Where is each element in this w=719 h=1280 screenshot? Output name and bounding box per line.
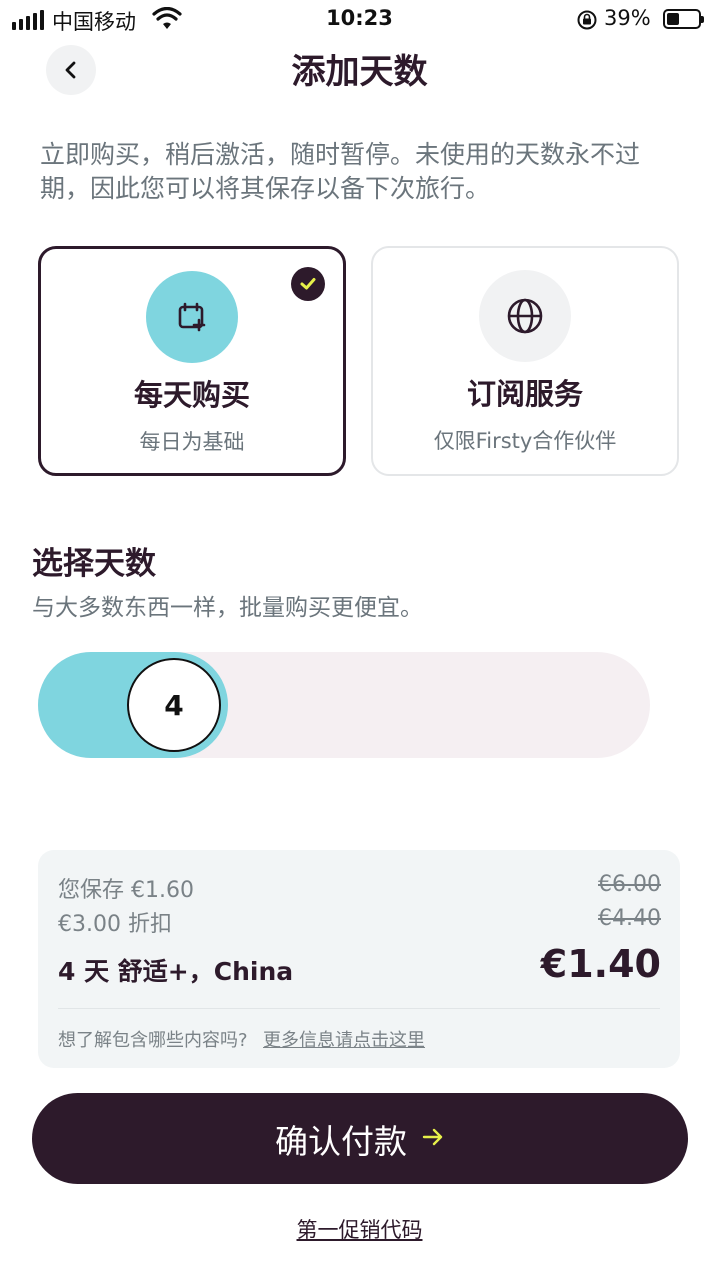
check-icon [291, 267, 325, 301]
status-bar: 中国移动 10:23 39% [0, 0, 719, 40]
calendar-plus-icon [146, 271, 238, 363]
days-title: 选择天数 [32, 546, 156, 582]
info-question: 想了解包含哪些内容吗? [58, 1030, 248, 1051]
option-daily-subtitle: 每日为基础 [139, 430, 245, 454]
confirm-label: 确认付款 [275, 1121, 407, 1161]
option-daily-name: 每天购买 [133, 378, 250, 412]
more-info-link[interactable]: 更多信息请点击这里 [263, 1026, 425, 1052]
battery-percent: 39% [604, 6, 651, 30]
divider [58, 1008, 660, 1009]
old-price-2: €4.40 [598, 906, 661, 931]
old-price-1: €6.00 [598, 872, 661, 897]
page-title: 添加天数 [291, 52, 428, 92]
days-slider-thumb[interactable]: 4 [127, 658, 221, 752]
savings-text: 您保存 €1.60 [58, 878, 194, 903]
option-subscription-card[interactable]: 订阅服务 仅限Firsty合作伙伴 [371, 246, 679, 476]
rotation-lock-icon [576, 9, 598, 35]
promo-code-link[interactable]: 第一促销代码 [0, 1214, 719, 1244]
globe-icon [479, 270, 571, 362]
intro-text: 立即购买，稍后激活，随时暂停。未使用的天数永不过期，因此您可以将其保存以备下次旅… [40, 140, 641, 203]
total-price: €1.40 [540, 942, 661, 986]
option-subscription-subtitle: 仅限Firsty合作伙伴 [433, 429, 617, 453]
option-subscription-name: 订阅服务 [466, 377, 583, 411]
confirm-payment-button[interactable]: 确认付款 [32, 1093, 688, 1184]
days-subtitle: 与大多数东西一样，批量购买更便宜。 [32, 595, 423, 621]
plan-label: 4 天 舒适+，China [58, 957, 294, 986]
option-daily-card[interactable]: 每天购买 每日为基础 [38, 246, 346, 476]
battery-icon [663, 9, 704, 29]
discount-text: €3.00 折扣 [58, 912, 172, 937]
arrow-right-icon [421, 1127, 445, 1151]
